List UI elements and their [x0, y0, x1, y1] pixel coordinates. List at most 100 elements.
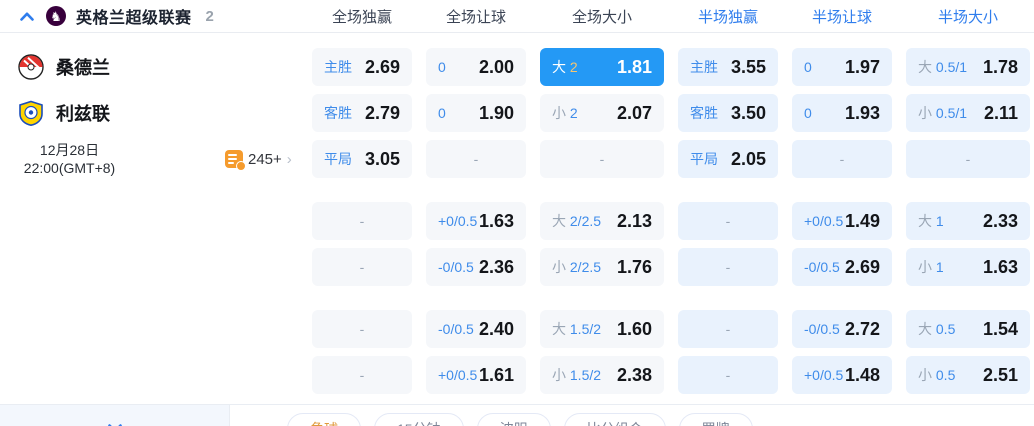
odds-cell-win[interactable]: 主胜 2.69 [312, 48, 412, 86]
odds-label: 0 [804, 105, 812, 121]
col-header-half-overunder: 半场大小 [937, 9, 998, 26]
chevron-right-icon: › [286, 150, 292, 168]
ou-side-label: 小 [552, 259, 566, 275]
odds-cell-hcp[interactable]: -0/0.5 2.40 [426, 310, 526, 348]
odds-cell-empty: - [678, 202, 778, 240]
league-title: 英格兰超级联赛 [76, 10, 192, 27]
odds-value: 1.61 [478, 364, 514, 385]
ou-line-label: 0.5/1 [935, 59, 968, 75]
away-team-row: 利兹联 [18, 94, 110, 132]
odds-label: +0/0.5 [804, 367, 844, 383]
odds-label: -0/0.5 [804, 259, 840, 275]
odds-cell-ou[interactable]: 大 0.5 1.54 [906, 310, 1030, 348]
odds-cell-win[interactable]: 客胜 3.50 [678, 94, 778, 132]
odds-cell-ou[interactable]: 小 1 1.63 [906, 248, 1030, 286]
ou-line-label: 2 [569, 59, 578, 75]
odds-cell-hcp[interactable]: -0/0.5 2.72 [792, 310, 892, 348]
odds-value: 2.38 [616, 364, 652, 385]
odds-group: - +0/0.5 1.63 大 2/2.5 2.13- +0/0.5 1.49 大 1 2.33… [312, 202, 1034, 286]
odds-value: 1.54 [982, 318, 1018, 339]
odds-value: 2.40 [478, 318, 514, 339]
odds-cell-hcp[interactable]: +0/0.5 1.48 [792, 356, 892, 394]
home-team-name: 桑德兰 [56, 58, 110, 78]
odds-cell-hcp[interactable]: 0 1.93 [792, 94, 892, 132]
col-header-half-win: 半场独赢 [697, 9, 758, 26]
market-chip[interactable]: 比分组合 [563, 413, 666, 426]
odds-cell-empty: - [678, 310, 778, 348]
odds-label: +0/0.5 [804, 213, 844, 229]
odds-cell-empty: - [540, 140, 664, 178]
odds-cell-ou[interactable]: 大 2 1.81 [540, 48, 664, 86]
odds-cell-ou[interactable]: 小 2/2.5 1.76 [540, 248, 664, 286]
col-header-full-win: 全场独赢 [331, 9, 392, 26]
odds-cell-ou[interactable]: 大 2/2.5 2.13 [540, 202, 664, 240]
match-time: 22:00(GMT+8) [23, 160, 116, 176]
odds-value: 2.79 [364, 102, 400, 123]
odds-value: 2.07 [616, 102, 652, 123]
odds-value: 1.49 [844, 210, 880, 231]
footer-bar: 角球 15分钟波胆比分组合罚牌 [0, 404, 1034, 426]
col-header-full-overunder: 全场大小 [571, 9, 632, 26]
odds-label: 主胜 [324, 59, 352, 75]
chevron-up-icon[interactable] [18, 7, 36, 25]
odds-cell-ou[interactable]: 小 0.5/1 2.11 [906, 94, 1030, 132]
odds-cell-empty: - [312, 310, 412, 348]
col-header-full-handicap: 全场让球 [445, 9, 506, 26]
market-chip[interactable]: 波胆 [476, 413, 551, 426]
odds-cell-ou[interactable]: 大 1.5/2 1.60 [540, 310, 664, 348]
odds-cell-hcp[interactable]: 0 1.97 [792, 48, 892, 86]
odds-panel: ♞ 英格兰超级联赛 2 全场独赢 全场让球 全场大小 半场独赢 半场让球 半场大… [0, 0, 1034, 426]
odds-cell-hcp[interactable]: +0/0.5 1.61 [426, 356, 526, 394]
odds-cell-ou[interactable]: 大 0.5/1 1.78 [906, 48, 1030, 86]
away-team-name: 利兹联 [56, 104, 110, 124]
home-team-row: 桑德兰 [18, 48, 110, 86]
ou-line-label: 1 [935, 213, 944, 229]
more-markets-button[interactable]: 245+ › [225, 140, 292, 178]
odds-group: - -0/0.5 2.40 大 1.5/2 1.60- -0/0.5 2.72 大 0.5 1.… [312, 310, 1034, 394]
odds-cell-ou[interactable]: 小 1.5/2 2.38 [540, 356, 664, 394]
market-chip[interactable]: 角球 [287, 413, 361, 426]
market-chip[interactable]: 罚牌 [678, 413, 753, 426]
odds-label: 0 [438, 59, 446, 75]
odds-value: 1.78 [982, 56, 1018, 77]
odds-value: 3.55 [730, 56, 766, 77]
ou-line-label: 1.5/2 [569, 321, 602, 337]
no-odds-dash: - [965, 151, 971, 167]
home-team-crest-icon [18, 54, 44, 80]
odds-cell-ou[interactable]: 大 1 2.33 [906, 202, 1030, 240]
odds-value: 1.81 [616, 56, 652, 77]
odds-cell-hcp[interactable]: 0 1.90 [426, 94, 526, 132]
odds-cell-hcp[interactable]: -0/0.5 2.69 [792, 248, 892, 286]
odds-value: 1.76 [616, 256, 652, 277]
ou-side-label: 小 [918, 367, 932, 383]
odds-label: -0/0.5 [438, 259, 474, 275]
match-count-badge: 2 [205, 7, 214, 25]
odds-cell-hcp[interactable]: +0/0.5 1.49 [792, 202, 892, 240]
no-odds-dash: - [359, 367, 365, 383]
odds-cell-ou[interactable]: 小 2 2.07 [540, 94, 664, 132]
match-date: 12月28日 [39, 142, 100, 158]
odds-cell-empty: - [678, 248, 778, 286]
odds-cell-empty: - [792, 140, 892, 178]
odds-cell-win[interactable]: 主胜 3.55 [678, 48, 778, 86]
odds-cell-hcp[interactable]: -0/0.5 2.36 [426, 248, 526, 286]
odds-cell-win[interactable]: 客胜 2.79 [312, 94, 412, 132]
more-markets-count: 245+ [248, 150, 282, 168]
ou-side-label: 大 [918, 321, 932, 337]
odds-value: 2.33 [982, 210, 1018, 231]
odds-value: 3.50 [730, 102, 766, 123]
odds-label: 平局 [324, 151, 352, 167]
no-odds-dash: - [599, 151, 605, 167]
odds-cell-win[interactable]: 平局 2.05 [678, 140, 778, 178]
odds-cell-ou[interactable]: 小 0.5 2.51 [906, 356, 1030, 394]
odds-cell-win[interactable]: 平局 3.05 [312, 140, 412, 178]
odds-value: 2.69 [364, 56, 400, 77]
odds-label: +0/0.5 [438, 213, 478, 229]
odds-cell-hcp[interactable]: 0 2.00 [426, 48, 526, 86]
ou-line-label: 0.5 [935, 367, 956, 383]
no-odds-dash: - [725, 259, 731, 275]
odds-cell-hcp[interactable]: +0/0.5 1.63 [426, 202, 526, 240]
odds-label: +0/0.5 [438, 367, 478, 383]
market-chip[interactable]: 15分钟 [374, 413, 464, 426]
ou-line-label: 1.5/2 [569, 367, 602, 383]
